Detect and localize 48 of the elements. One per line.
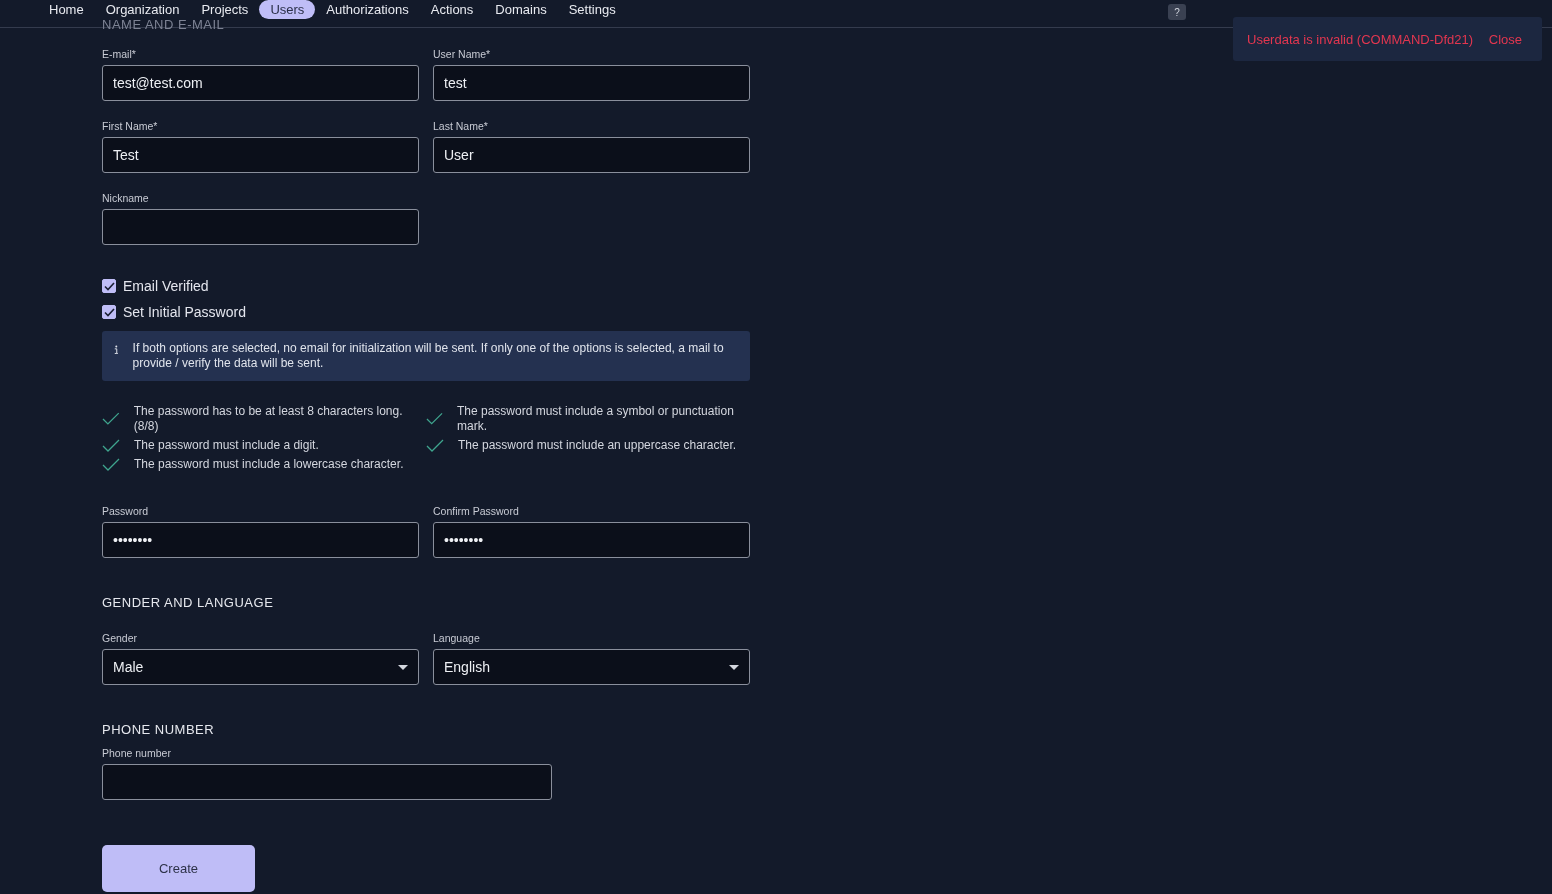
field-label: Gender: [102, 632, 139, 644]
section-title: NAME AND E-MAIL: [102, 18, 225, 31]
text-field[interactable]: Test: [102, 137, 419, 173]
field-label: Language: [433, 632, 481, 644]
checkbox-label: Set Initial Password: [123, 304, 246, 320]
requirement-text: The password must include a symbol or punctuation mark.: [457, 404, 735, 434]
caret-icon: [729, 664, 739, 670]
text-field[interactable]: test: [433, 65, 750, 101]
field-label: E-mail*: [102, 48, 137, 60]
nav-tab[interactable]: Users: [259, 0, 316, 19]
close-button[interactable]: Close: [1488, 31, 1522, 47]
text-field[interactable]: ••••••••: [433, 522, 750, 558]
text-field[interactable]: test@test.com: [102, 65, 419, 101]
checkbox[interactable]: [102, 305, 116, 319]
checkbox-label: Email Verified: [123, 278, 209, 294]
caret-icon: [398, 664, 408, 670]
nav-tab[interactable]: Authorizations: [315, 0, 420, 19]
checkbox[interactable]: [102, 279, 116, 293]
field-label: Last Name*: [433, 120, 489, 132]
select-field[interactable]: English: [433, 649, 750, 685]
field-label: First Name*: [102, 120, 159, 132]
text-field[interactable]: [102, 764, 552, 800]
field-label: Confirm Password: [433, 505, 520, 517]
nav-tab[interactable]: Actions: [419, 0, 485, 19]
select-field[interactable]: Male: [102, 649, 419, 685]
create-button[interactable]: Create: [102, 845, 255, 892]
section-title: PHONE NUMBER: [102, 722, 216, 738]
nav-tab[interactable]: Home: [38, 0, 95, 19]
error-message: Userdata is invalid (COMMAND-Dfd21): [1247, 31, 1474, 47]
requirement-text: The password must include an uppercase character.: [458, 438, 737, 453]
text-field[interactable]: User: [433, 137, 750, 173]
nav-tab[interactable]: Organization: [94, 0, 191, 19]
field-label: User Name*: [433, 48, 492, 60]
field-label: Password: [102, 505, 150, 517]
info-icon: [114, 344, 119, 356]
text-field[interactable]: ••••••••: [102, 522, 419, 558]
info-text: If both options are selected, no email for initialization will be sent. If only one of the options is selected, a mail to provide / verify the data will be sent.: [132, 341, 725, 371]
help-button[interactable]: ?: [1168, 4, 1186, 20]
nav-tab[interactable]: Settings: [557, 0, 627, 19]
nav-tab[interactable]: Domains: [484, 0, 558, 19]
section-title: GENDER AND LANGUAGE: [102, 595, 275, 611]
requirement-text: The password has to be at least 8 characters long. (8/8): [133, 404, 404, 434]
requirement-text: The password must include a digit.: [134, 438, 319, 453]
requirement-text: The password must include a lowercase character.: [134, 457, 404, 472]
field-label: Phone number: [102, 747, 172, 759]
nav-tab[interactable]: Projects: [190, 0, 260, 19]
text-field[interactable]: [102, 209, 419, 245]
field-label: Nickname: [102, 192, 150, 204]
